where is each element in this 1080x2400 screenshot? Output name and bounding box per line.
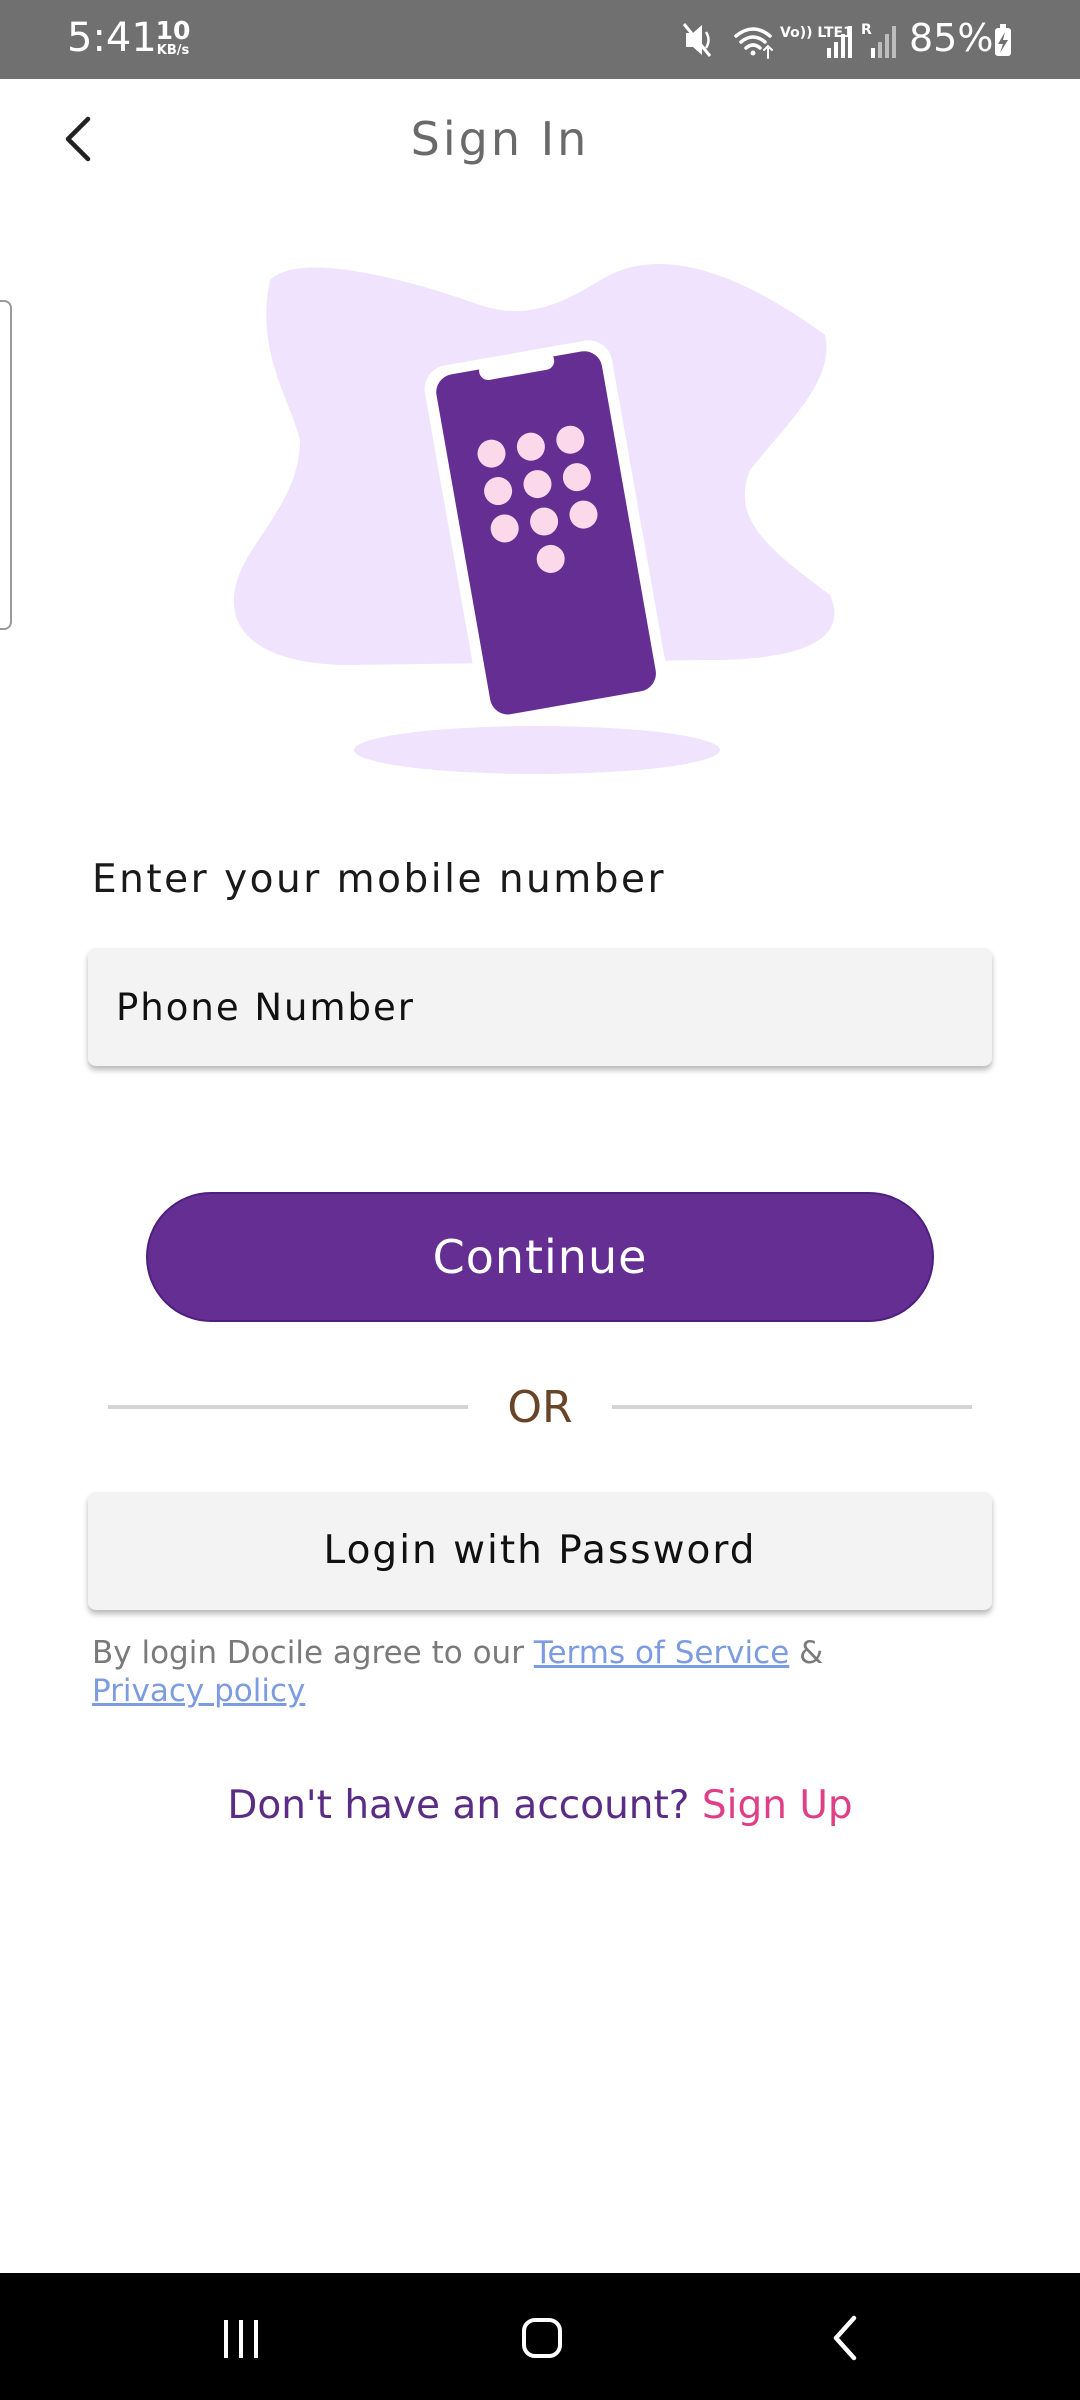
terms-joiner: & xyxy=(799,1635,824,1671)
terms-of-service-link[interactable]: Terms of Service xyxy=(534,1635,789,1671)
nav-back-button[interactable] xyxy=(806,2303,886,2373)
signup-prompt: Don't have an account? xyxy=(227,1783,690,1828)
svg-text:R: R xyxy=(861,22,872,38)
or-separator: OR xyxy=(507,1382,573,1433)
network-speed-value: 10 xyxy=(155,16,191,45)
network-speed-unit: KB/s xyxy=(156,43,190,58)
recents-icon xyxy=(224,2320,258,2358)
hero-shadow xyxy=(354,726,720,774)
divider-left xyxy=(108,1405,468,1409)
edge-panel-handle[interactable] xyxy=(0,300,12,630)
system-nav-bar xyxy=(0,2273,1080,2400)
status-time: 5:41 xyxy=(67,15,157,61)
mobile-number-label: Enter your mobile number xyxy=(92,857,667,902)
recents-button[interactable] xyxy=(201,2303,281,2373)
phone-keypad-illustration xyxy=(233,263,835,774)
terms-prefix: By login Docile agree to our xyxy=(92,1635,524,1671)
sign-up-link[interactable]: Sign Up xyxy=(702,1783,853,1828)
home-button[interactable] xyxy=(500,2303,580,2373)
wifi-icon xyxy=(734,27,773,59)
back-icon xyxy=(833,2315,857,2361)
continue-button[interactable]: Continue xyxy=(146,1192,934,1322)
home-icon xyxy=(522,2318,562,2358)
mute-icon xyxy=(682,23,712,57)
phone-number-input[interactable] xyxy=(88,948,992,1066)
app-header: Sign In xyxy=(0,79,1080,199)
roaming-signal-icon: R xyxy=(861,22,896,58)
battery-charging-icon xyxy=(995,24,1011,56)
privacy-policy-link[interactable]: Privacy policy xyxy=(92,1673,305,1709)
signup-prompt-row: Don't have an account? Sign Up xyxy=(0,1778,1080,1834)
status-bar: 5:41 10 KB/s Vo)) LTE1 R 85% xyxy=(0,0,1080,79)
login-with-password-button[interactable]: Login with Password xyxy=(88,1492,992,1610)
terms-notice: By login Docile agree to our Terms of Se… xyxy=(92,1634,972,1710)
page-title: Sign In xyxy=(410,112,590,166)
divider-right xyxy=(612,1405,972,1409)
battery-percent: 85% xyxy=(909,16,994,60)
network-speed: 10 KB/s xyxy=(152,18,194,57)
